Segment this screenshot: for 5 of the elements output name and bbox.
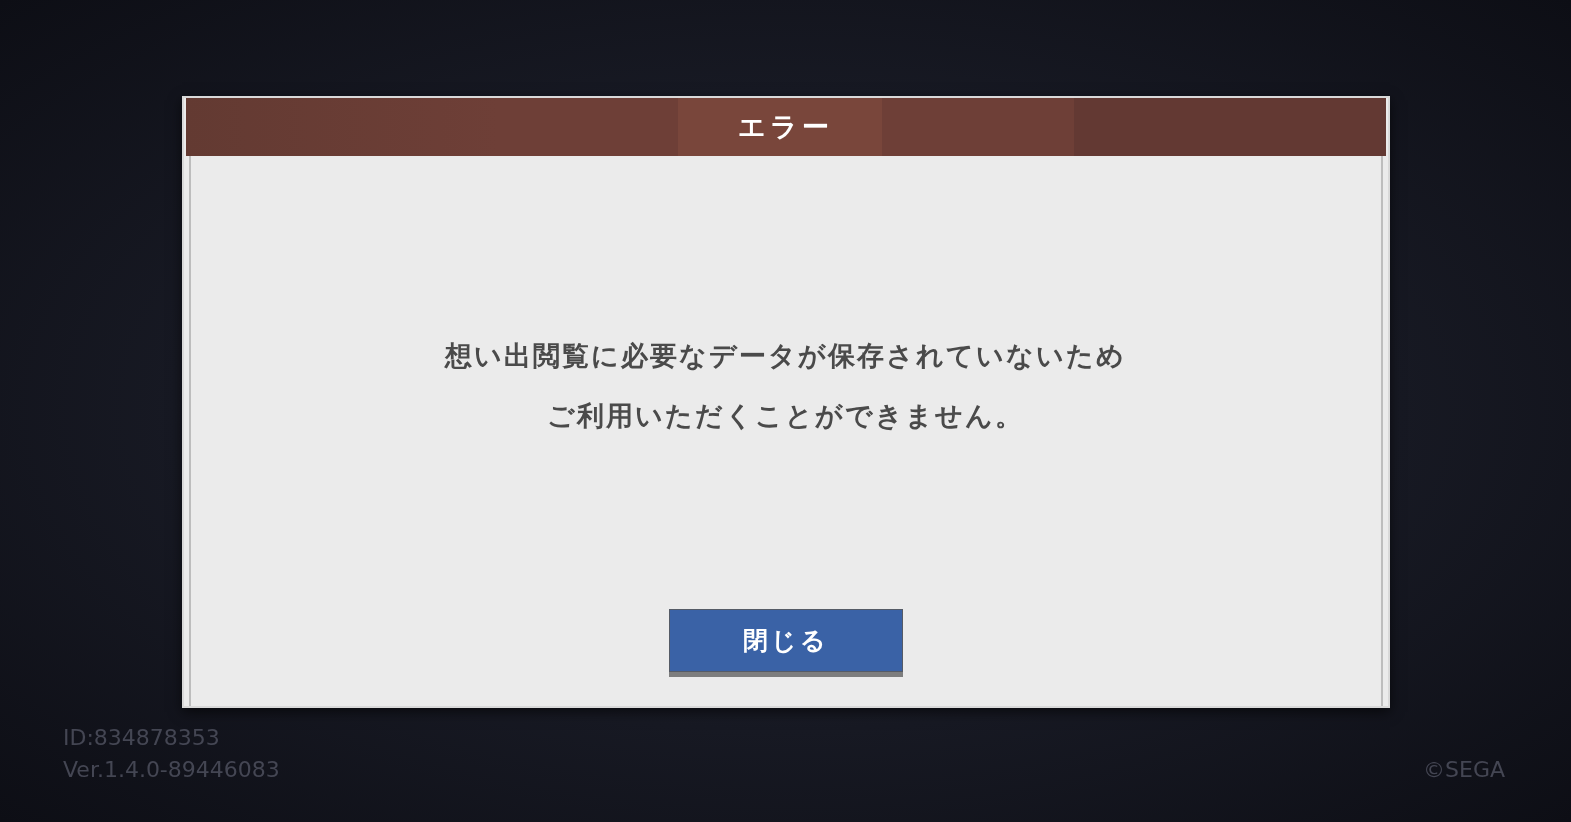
- user-id-text: ID:834878353: [63, 724, 221, 752]
- copyright-text: ©SEGA: [1423, 756, 1505, 784]
- dialog-title: エラー: [738, 109, 833, 144]
- error-message: 想い出閲覧に必要なデータが保存されていないため ご利用いただくことができません。: [445, 339, 1126, 433]
- version-text: Ver.1.4.0-89446083: [63, 756, 280, 784]
